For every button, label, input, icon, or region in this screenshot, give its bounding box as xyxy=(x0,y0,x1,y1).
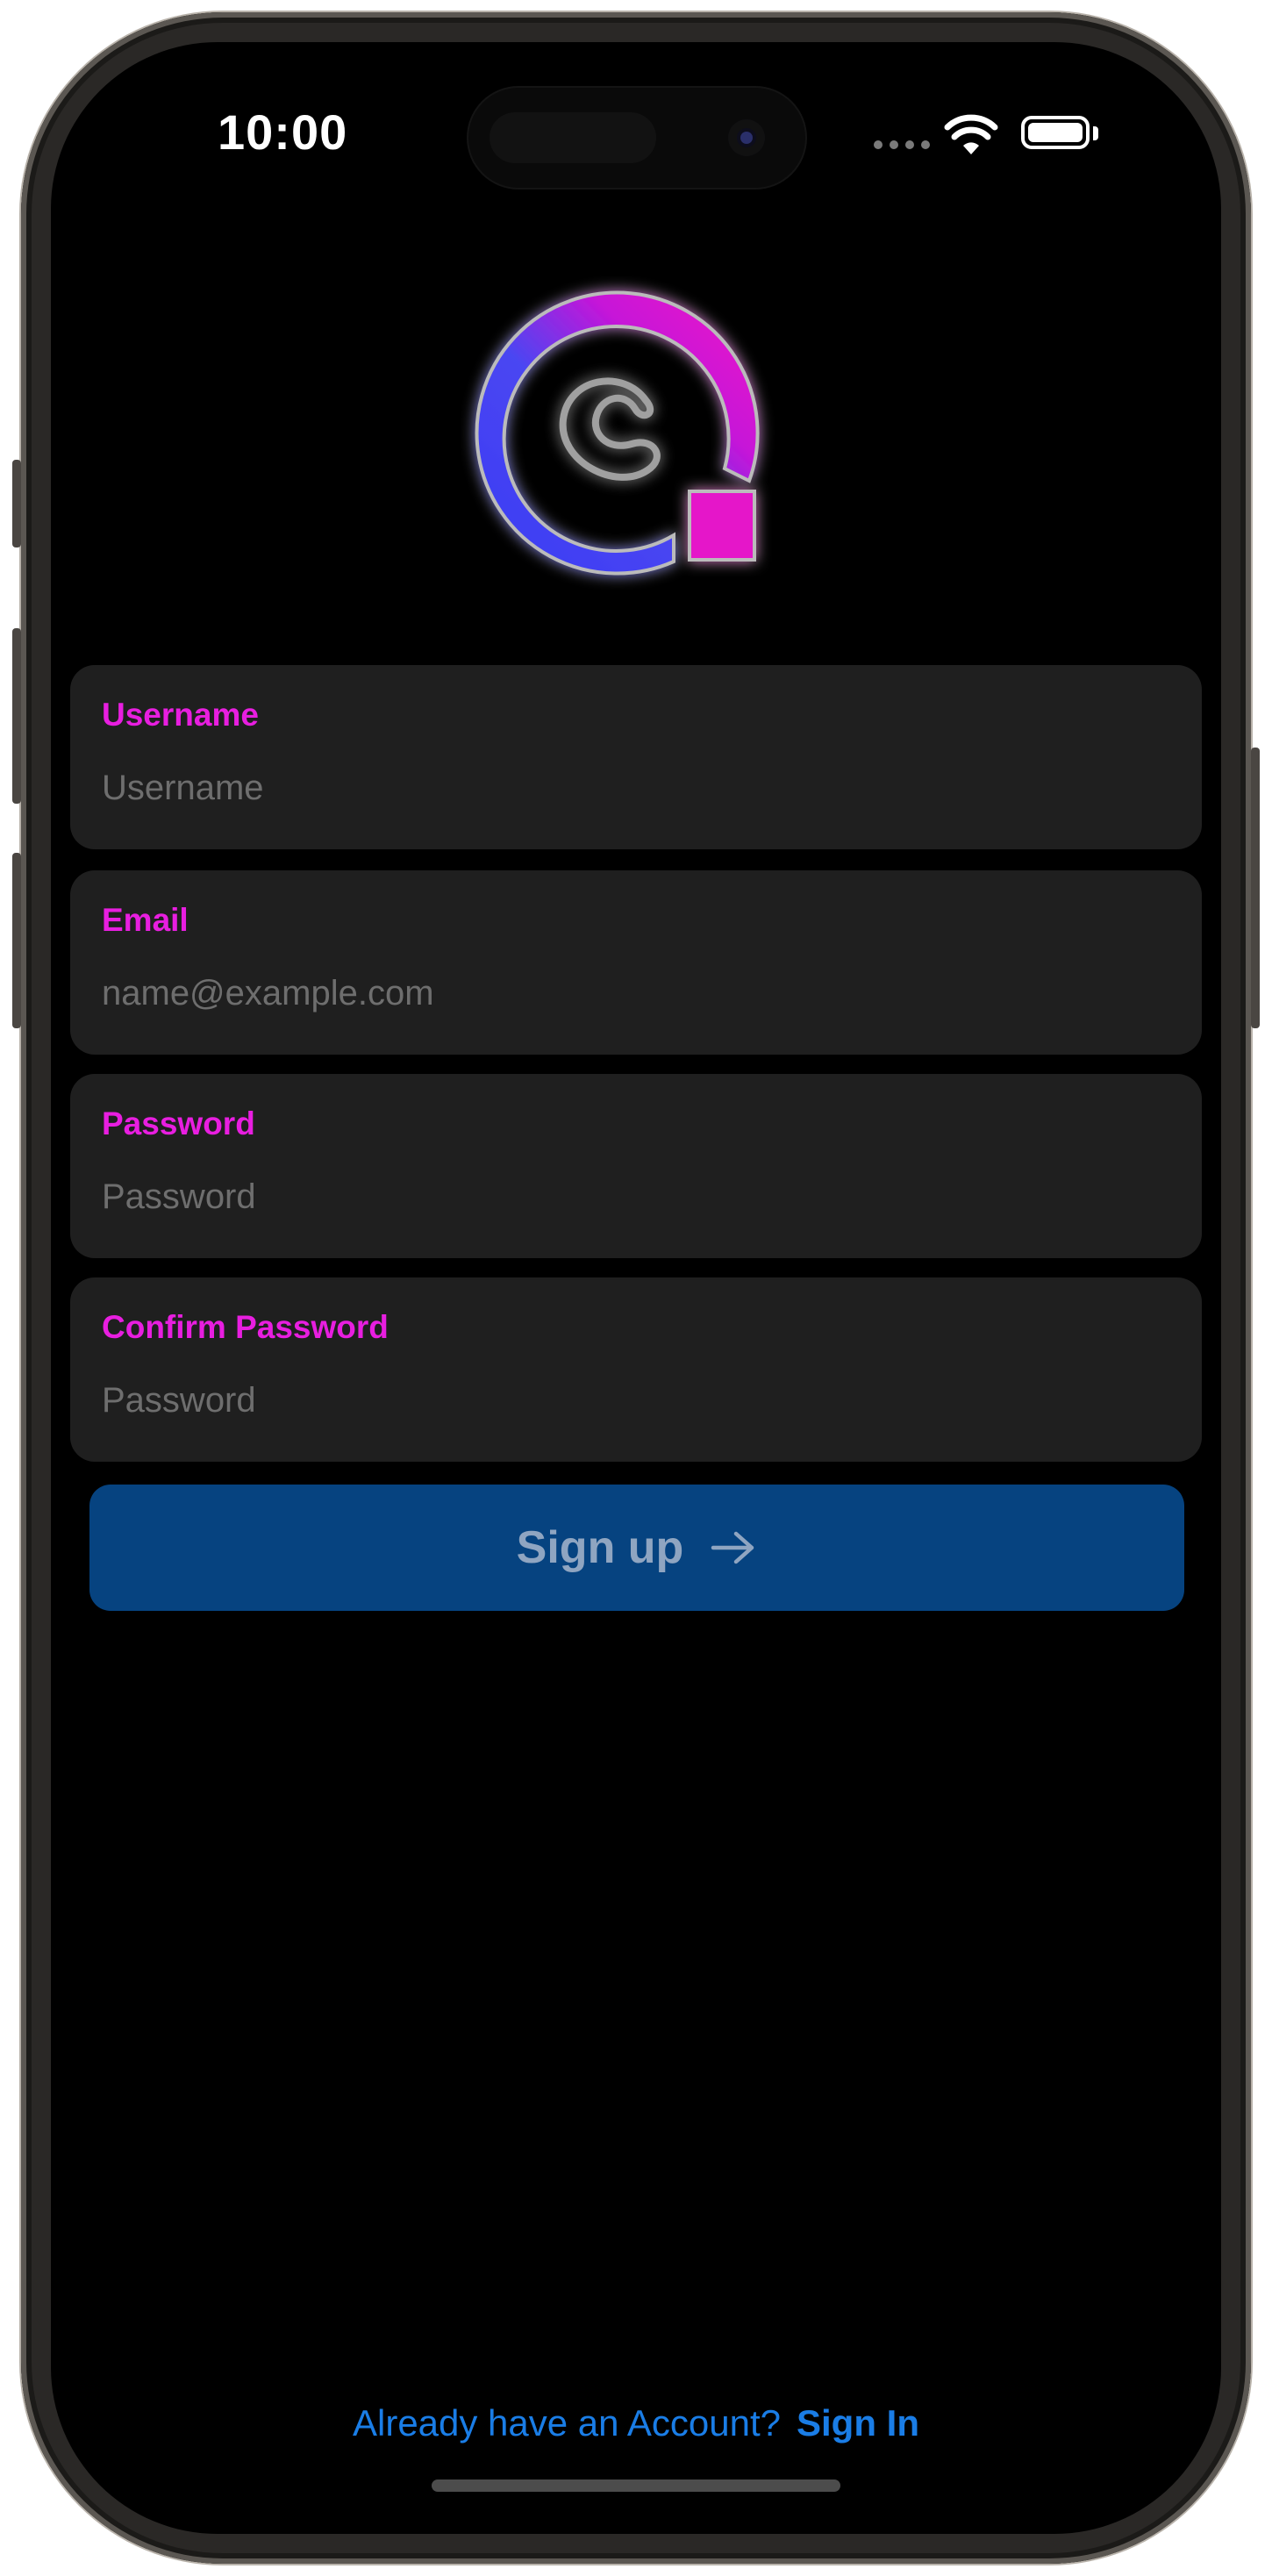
app-screen: 10:00 Username Username Email name@examp… xyxy=(51,42,1221,2534)
battery-tip xyxy=(1093,126,1098,140)
password-label: Password xyxy=(102,1106,255,1141)
volume-down-button xyxy=(12,853,21,1028)
email-field: Email xyxy=(70,870,1202,1055)
battery-icon xyxy=(1021,116,1090,149)
username-input[interactable] xyxy=(102,762,1154,814)
sign-up-button[interactable]: Sign up xyxy=(89,1485,1184,1611)
sign-in-link[interactable]: Sign In xyxy=(797,2402,919,2444)
email-label: Email xyxy=(102,902,189,938)
sign-in-prompt: Already have an Account? xyxy=(352,2402,781,2444)
confirm-password-field: Confirm Password xyxy=(70,1277,1202,1462)
island-sensor xyxy=(490,112,656,163)
app-logo-icon xyxy=(475,290,760,576)
password-field: Password xyxy=(70,1074,1202,1258)
wifi-icon xyxy=(944,114,998,154)
username-field: Username xyxy=(70,665,1202,849)
username-label: Username xyxy=(102,697,259,733)
action-button xyxy=(12,460,21,547)
confirm-password-label: Confirm Password xyxy=(102,1309,389,1345)
home-indicator[interactable] xyxy=(432,2479,840,2492)
password-input[interactable] xyxy=(102,1170,1154,1223)
power-button xyxy=(1251,748,1260,1028)
arrow-right-icon xyxy=(711,1531,754,1564)
dynamic-island xyxy=(468,88,805,188)
camera-icon xyxy=(728,119,765,156)
status-time: 10:00 xyxy=(218,104,348,160)
email-input[interactable] xyxy=(102,967,1154,1020)
sign-in-row: Already have an Account? Sign In xyxy=(51,2402,1221,2444)
cellular-signal-icon xyxy=(874,140,930,149)
confirm-password-input[interactable] xyxy=(102,1374,1154,1427)
sign-up-label: Sign up xyxy=(516,1522,684,1573)
volume-up-button xyxy=(12,628,21,804)
